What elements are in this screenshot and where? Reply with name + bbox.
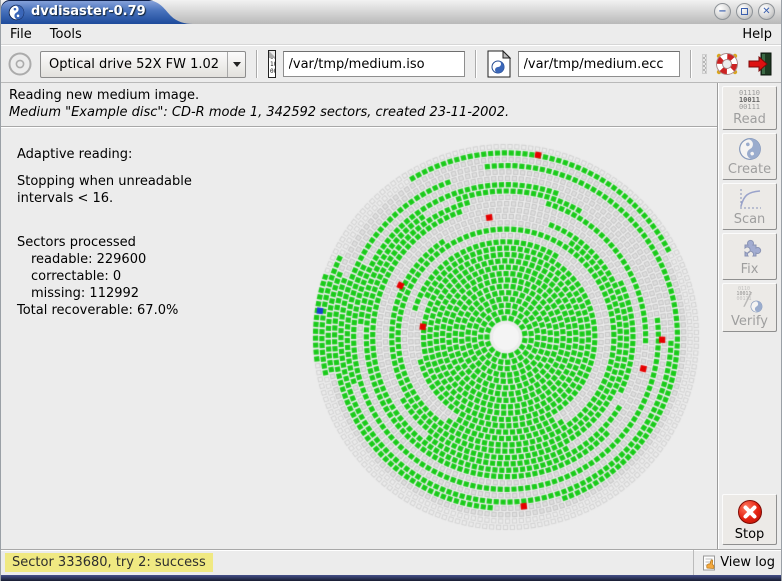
menu-file[interactable]: File — [1, 25, 41, 44]
medium-info: Medium "Example disc": CD-R mode 1, 3425… — [9, 105, 717, 120]
menu-help[interactable]: Help — [733, 25, 781, 44]
stopping-rule-line2: intervals < 16. — [17, 190, 192, 207]
read-button[interactable]: 01110 10011 00111 Read — [722, 86, 777, 130]
drive-select-arrow[interactable] — [227, 52, 245, 77]
help-lifebuoy-button[interactable] — [714, 51, 740, 77]
message-panel: Reading new medium image. Medium "Exampl… — [1, 83, 717, 127]
sectors-heading: Sectors processed — [17, 234, 192, 251]
sectors-correctable: correctable: 0 — [17, 268, 192, 285]
ecc-file-icon — [487, 50, 511, 78]
view-log-button[interactable]: View log — [693, 550, 775, 575]
log-hand-icon — [702, 555, 717, 571]
close-button[interactable]: ✕ — [758, 3, 775, 20]
verify-button[interactable]: 0110 10011 00111 / Verify — [722, 283, 777, 332]
toolbar-separator — [475, 50, 477, 78]
menubar: File Tools Help — [1, 24, 781, 45]
app-yinyang-icon — [5, 1, 28, 24]
action-sidebar: 01110 10011 00111 Read Create Scan — [717, 83, 781, 549]
toolbar: Optical drive 52X FW 1.02 011 10011 0011… — [1, 45, 781, 83]
main-area: Adaptive reading: Stopping when unreadab… — [1, 128, 717, 549]
status-message: Sector 333680, try 2: success — [5, 553, 213, 572]
iso-file-input[interactable] — [283, 51, 465, 77]
preferences-button-disabled[interactable] — [702, 54, 708, 74]
stats-heading: Adaptive reading: — [17, 146, 192, 163]
puzzle-icon — [738, 237, 762, 261]
chevron-down-icon — [233, 62, 241, 67]
fix-button[interactable]: Fix — [722, 233, 777, 280]
app-window: dvdisaster-0.79 − ✕ File Tools Help Opti… — [0, 0, 782, 581]
window-title: dvdisaster-0.79 — [31, 4, 146, 20]
title-tab: dvdisaster-0.79 — [1, 0, 196, 24]
compare-icon: 0110 10011 00111 / — [737, 287, 763, 313]
iso-file-icon: 011 10011 00111 — [268, 50, 276, 78]
minimize-button[interactable]: − — [714, 3, 731, 20]
action-message: Reading new medium image. — [9, 88, 717, 103]
curve-graph-icon — [737, 187, 763, 211]
total-recoverable: Total recoverable: 67.0% — [17, 302, 192, 319]
stopping-rule-line1: Stopping when unreadable — [17, 173, 192, 190]
stop-icon — [736, 498, 764, 526]
scan-button[interactable]: Scan — [722, 183, 777, 230]
yinyang-icon — [734, 133, 766, 165]
drive-select[interactable]: Optical drive 52X FW 1.02 — [40, 51, 246, 78]
drive-select-value: Optical drive 52X FW 1.02 — [41, 57, 227, 72]
maximize-button[interactable] — [736, 3, 753, 20]
stop-button[interactable]: Stop — [722, 494, 777, 545]
reading-stats: Adaptive reading: Stopping when unreadab… — [17, 146, 192, 319]
titlebar[interactable]: dvdisaster-0.79 − ✕ — [1, 0, 781, 24]
ecc-file-input[interactable] — [518, 51, 680, 77]
toolbar-separator — [256, 50, 258, 78]
maximize-icon — [741, 8, 748, 15]
sectors-readable: readable: 229600 — [17, 251, 192, 268]
optical-drive-icon — [7, 51, 33, 77]
create-button[interactable]: Create — [722, 133, 777, 180]
toolbar-separator — [690, 50, 692, 78]
statusbar: Sector 333680, try 2: success View log — [1, 549, 781, 575]
window-bottom-edge — [1, 575, 781, 581]
disc-spiral-visualization — [257, 126, 719, 548]
folded-corner — [268, 50, 276, 58]
sectors-missing: missing: 112992 — [17, 285, 192, 302]
menu-tools[interactable]: Tools — [41, 25, 91, 44]
quit-button[interactable] — [747, 51, 773, 77]
binary-read-icon: 01110 10011 00111 — [739, 90, 760, 111]
